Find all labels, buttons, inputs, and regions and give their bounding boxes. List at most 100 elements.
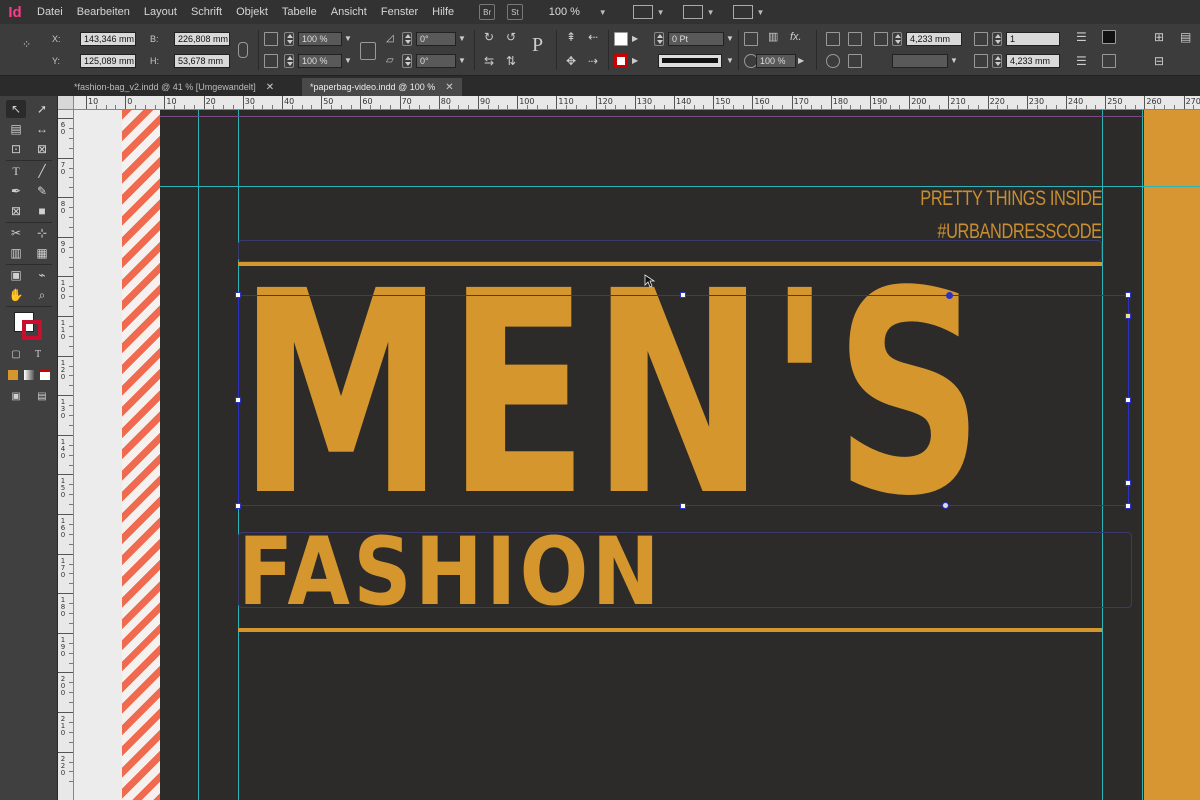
handle-middle-left[interactable] [235, 397, 241, 403]
out-port-handle[interactable] [1125, 480, 1131, 486]
corner-style-dropdown-icon[interactable]: ▼ [950, 54, 958, 68]
ref-height-stepper[interactable] [992, 54, 1002, 68]
select-next-icon[interactable]: ⇢ [588, 54, 598, 68]
zoom-tool-icon[interactable]: ⌕ [32, 286, 52, 304]
content-placer-icon[interactable]: ⊠ [32, 140, 52, 158]
menu-schrift[interactable]: Schrift [184, 0, 229, 24]
menu-fenster[interactable]: Fenster [374, 0, 425, 24]
frame-top-icon[interactable] [1102, 30, 1116, 44]
screen-mode-dropdown-icon[interactable]: ▼ [707, 8, 715, 17]
effects-icon[interactable]: ▥ [768, 30, 778, 44]
close-icon[interactable]: ✕ [266, 79, 274, 97]
pen-tool-icon[interactable]: ✒ [6, 182, 26, 200]
type-tool-icon[interactable]: T [6, 162, 26, 180]
fill-swatch-dropdown-icon[interactable]: ▶ [632, 32, 638, 46]
selection-tool-icon[interactable]: ↖ [6, 100, 26, 118]
stroke-swatch-icon[interactable] [614, 54, 628, 68]
select-previous-icon[interactable]: ⇠ [588, 30, 598, 44]
menu-objekt[interactable]: Objekt [229, 0, 275, 24]
width-field[interactable]: 226,808 mm [174, 32, 230, 46]
handle-bottom-right[interactable] [1125, 503, 1131, 509]
link-scale-icon[interactable] [360, 42, 376, 60]
y-position-field[interactable]: 125,089 mm [80, 54, 136, 68]
zoom-dropdown-icon[interactable]: ▼ [599, 8, 607, 17]
rotate-cw-icon[interactable]: ↻ [484, 30, 494, 44]
columns-field[interactable]: 1 [1006, 32, 1060, 46]
menu-datei[interactable]: Datei [30, 0, 70, 24]
live-corner-handle[interactable] [942, 502, 949, 509]
constrain-proportions-icon[interactable] [238, 42, 248, 58]
scale-y-stepper[interactable] [284, 54, 294, 68]
preview-mode-icon[interactable]: ▤ [32, 388, 52, 406]
gradient-feather-tool-icon[interactable]: ▦ [32, 244, 52, 262]
align-bottom-icon[interactable]: ☰ [1076, 54, 1087, 68]
stroke-swatch-icon[interactable] [22, 320, 42, 340]
arrange-documents-dropdown-icon[interactable]: ▼ [757, 8, 765, 17]
auto-size-icon[interactable]: ⊟ [1154, 54, 1164, 68]
menu-layout[interactable]: Layout [137, 0, 184, 24]
panel-menu-icon[interactable]: ▤ [1180, 30, 1191, 44]
menu-bearbeiten[interactable]: Bearbeiten [70, 0, 137, 24]
stroke-type-dropdown-icon[interactable]: ▼ [726, 54, 734, 68]
opacity-dropdown-icon[interactable]: ▶ [798, 54, 804, 68]
handle-bottom-middle[interactable] [680, 503, 686, 509]
frame-bottom-icon[interactable] [1102, 54, 1116, 68]
apply-color-icon[interactable] [8, 370, 18, 380]
anchor-point[interactable] [946, 292, 953, 299]
fit-content-icon[interactable] [826, 54, 840, 68]
handle-top-right[interactable] [1125, 292, 1131, 298]
opacity-field[interactable]: 100 % [756, 54, 796, 68]
select-container-icon[interactable]: ⇞ [566, 30, 576, 44]
pencil-tool-icon[interactable]: ✎ [32, 182, 52, 200]
scale-y-dropdown-icon[interactable]: ▼ [344, 54, 352, 68]
arrange-documents-icon[interactable] [732, 5, 753, 19]
text-wrap-icon[interactable] [826, 32, 840, 46]
column-guide[interactable] [198, 110, 199, 800]
select-content-icon[interactable]: ✥ [566, 54, 576, 68]
eyedropper-tool-icon[interactable]: ⌁ [32, 266, 52, 284]
rectangle-tool-icon[interactable]: ■ [32, 202, 52, 220]
close-icon[interactable]: ✕ [445, 79, 453, 97]
drop-shadow-icon[interactable] [744, 32, 758, 46]
rotation-field[interactable]: 0° [416, 32, 456, 46]
handle-bottom-left[interactable] [235, 503, 241, 509]
line-tool-icon[interactable]: ╱ [32, 162, 52, 180]
flip-vertical-icon[interactable]: ⇅ [506, 54, 516, 68]
menu-ansicht[interactable]: Ansicht [324, 0, 374, 24]
ref-height-field[interactable]: 4,233 mm [1006, 54, 1060, 68]
rotate-ccw-icon[interactable]: ↺ [506, 30, 516, 44]
paragraph-direction-icon[interactable]: P [532, 35, 543, 55]
tagline-pretty-things[interactable]: PRETTY THINGS INSIDE [920, 187, 1102, 211]
orange-rule-bottom[interactable] [238, 628, 1102, 632]
screen-mode-icon[interactable] [682, 5, 703, 19]
note-tool-icon[interactable]: ▣ [6, 266, 26, 284]
handle-top-left[interactable] [235, 292, 241, 298]
shear-dropdown-icon[interactable]: ▼ [458, 54, 466, 68]
zoom-level-field[interactable]: 100 % [549, 6, 599, 18]
scale-x-field[interactable]: 100 % [298, 32, 342, 46]
scale-x-dropdown-icon[interactable]: ▼ [344, 32, 352, 46]
stroke-swatch-dropdown-icon[interactable]: ▶ [632, 54, 638, 68]
flip-horizontal-icon[interactable]: ⇆ [484, 54, 494, 68]
align-top-icon[interactable]: ☰ [1076, 30, 1087, 44]
in-port-handle[interactable] [1125, 313, 1131, 319]
stroke-type-field[interactable] [658, 54, 722, 68]
stroke-weight-dropdown-icon[interactable]: ▼ [726, 32, 734, 46]
content-collector-icon[interactable]: ⊡ [6, 140, 26, 158]
rotation-stepper[interactable] [402, 32, 412, 46]
reference-point-icon[interactable]: ⁘ [22, 38, 31, 52]
ref-width-field[interactable]: 4,233 mm [906, 32, 962, 46]
height-field[interactable]: 53,678 mm [174, 54, 230, 68]
stroke-weight-stepper[interactable] [654, 32, 664, 46]
fitting-icon[interactable] [848, 32, 862, 46]
fill-none-swatch-icon[interactable] [614, 32, 628, 46]
corner-style-field[interactable] [892, 54, 948, 68]
stock-button[interactable]: St [507, 4, 523, 20]
normal-view-icon[interactable]: ▣ [6, 388, 26, 406]
view-options-icon[interactable] [632, 5, 653, 19]
shear-field[interactable]: 0° [416, 54, 456, 68]
ref-width-stepper[interactable] [892, 32, 902, 46]
x-position-field[interactable]: 143,346 mm [80, 32, 136, 46]
columns-stepper[interactable] [992, 32, 1002, 46]
column-guide[interactable] [1142, 110, 1143, 800]
